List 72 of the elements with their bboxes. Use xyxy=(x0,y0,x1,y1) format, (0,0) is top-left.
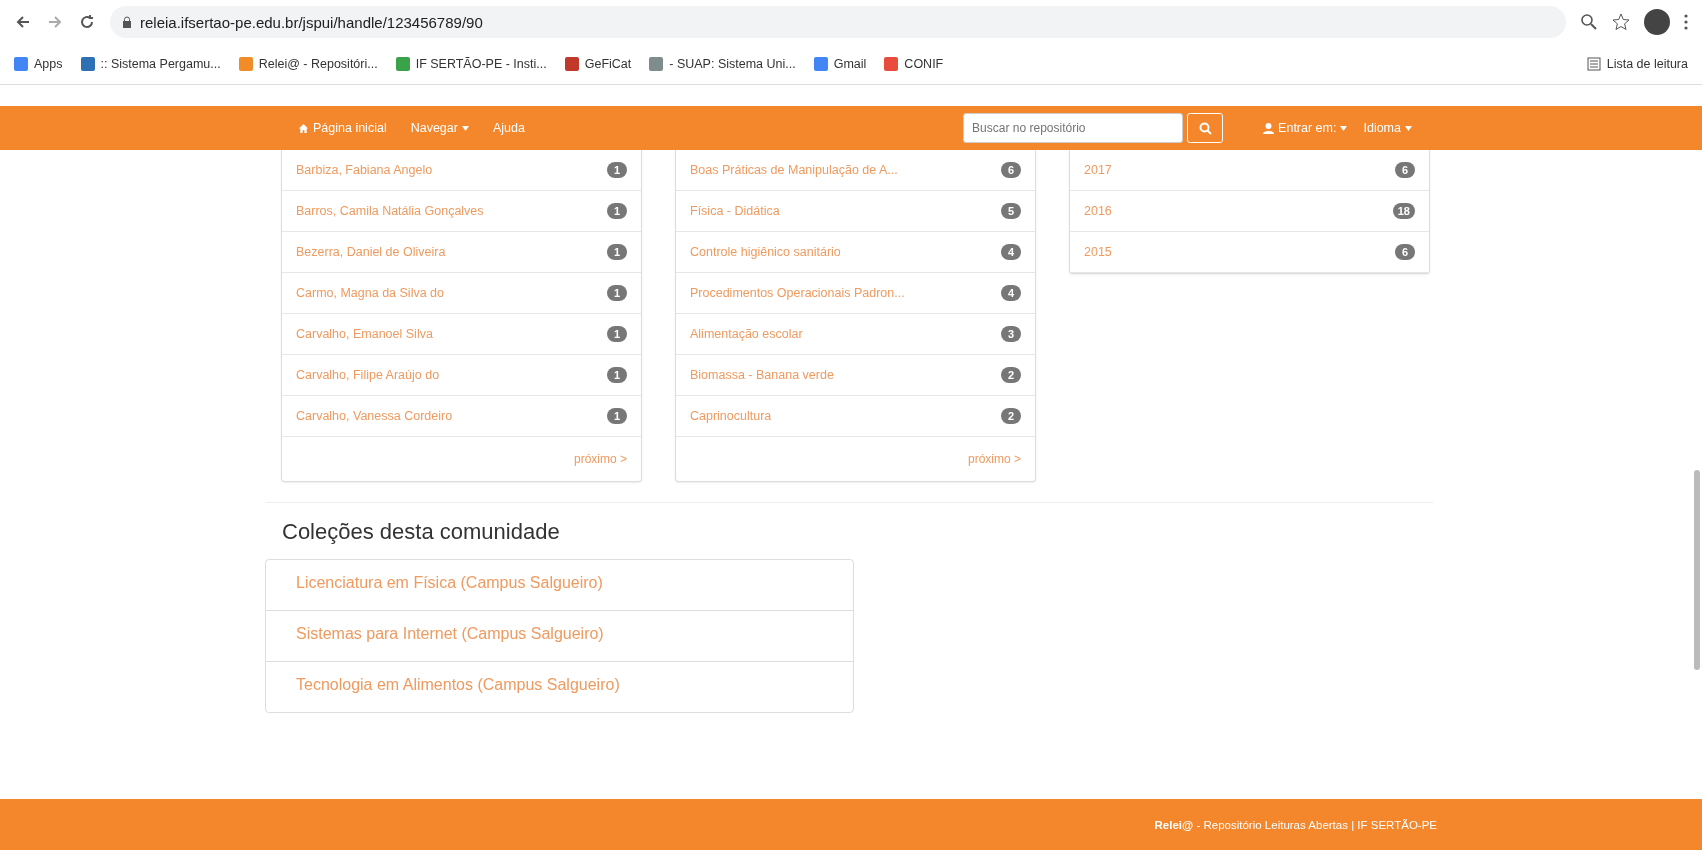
bookmark[interactable]: :: Sistema Pergamu... xyxy=(80,57,221,71)
next-page-link[interactable]: próximo > xyxy=(573,452,627,466)
browse-list-item[interactable]: Barros, Camila Natália Gonçalves 1 xyxy=(282,191,641,232)
browse-list-item[interactable]: Alimentação escolar 3 xyxy=(676,314,1035,355)
browse-list-item[interactable]: Carvalho, Filipe Araújo do 1 xyxy=(282,355,641,396)
browse-list-item[interactable]: Barbiza, Fabiana Angelo 1 xyxy=(282,150,641,191)
browse-list-item[interactable]: Caprinocultura 2 xyxy=(676,396,1035,437)
browse-list-item[interactable]: 2017 6 xyxy=(1070,150,1429,191)
search-icon xyxy=(1198,121,1212,135)
collection-link[interactable]: Tecnologia em Alimentos (Campus Salgueiro) xyxy=(266,662,853,712)
star-icon[interactable] xyxy=(1612,13,1630,31)
reading-list-button[interactable]: Lista de leitura xyxy=(1586,57,1688,71)
browse-list-item[interactable]: 2015 6 xyxy=(1070,232,1429,273)
browse-list-item[interactable]: Controle higiênico sanitário 4 xyxy=(676,232,1035,273)
count-badge: 18 xyxy=(1392,203,1415,219)
bookmark[interactable]: Relei@ - Repositóri... xyxy=(238,57,378,71)
caret-icon xyxy=(1405,125,1412,131)
user-icon xyxy=(1263,122,1275,134)
browse-list-item[interactable]: Carvalho, Vanessa Cordeiro 1 xyxy=(282,396,641,437)
nav-link[interactable]: Página inicial xyxy=(298,121,387,135)
bookmark[interactable]: - SUAP: Sistema Uni... xyxy=(649,57,796,71)
footer-text: Relei@ - Repositório Leituras Abertas | IF SERTÃO-PE xyxy=(1154,818,1437,831)
search-field[interactable]: Buscar no repositório xyxy=(963,113,1184,143)
count-badge: 5 xyxy=(1001,203,1021,219)
count-badge: 2 xyxy=(1001,367,1021,383)
count-badge: 6 xyxy=(1395,244,1415,260)
browse-list-item[interactable]: Biomassa - Banana verde 2 xyxy=(676,355,1035,396)
bookmark[interactable]: Gmail xyxy=(813,57,867,71)
count-badge: 1 xyxy=(607,408,627,424)
browse-list-item[interactable]: 2016 18 xyxy=(1070,191,1429,232)
lock-icon xyxy=(122,16,132,28)
next-page-link[interactable]: próximo > xyxy=(967,452,1021,466)
count-badge: 1 xyxy=(607,326,627,342)
scrollbar-thumb[interactable] xyxy=(1694,470,1700,670)
browse-list-item[interactable]: Carmo, Magna da Silva do 1 xyxy=(282,273,641,314)
language-menu[interactable]: Idioma xyxy=(1363,121,1412,135)
section-heading: Coleções desta comunidade xyxy=(282,519,561,545)
bookmark[interactable]: Apps xyxy=(14,57,63,71)
bookmark[interactable]: GeFiCat xyxy=(564,57,632,71)
reload-icon[interactable] xyxy=(78,13,96,31)
count-badge: 1 xyxy=(607,162,627,178)
browse-list-item[interactable]: Bezerra, Daniel de Oliveira 1 xyxy=(282,232,641,273)
list-icon xyxy=(1586,57,1601,71)
address-bar[interactable]: releia.ifsertao-pe.edu.br/jspui/handle/123456789/90 xyxy=(110,6,1566,38)
nav-link[interactable]: Navegar xyxy=(410,121,469,135)
count-badge: 2 xyxy=(1001,408,1021,424)
menu-icon[interactable] xyxy=(1684,14,1688,30)
count-badge: 6 xyxy=(1395,162,1415,178)
count-badge: 1 xyxy=(607,244,627,260)
count-badge: 1 xyxy=(607,285,627,301)
caret-icon xyxy=(461,125,469,131)
browse-list-item[interactable]: Procedimentos Operacionais Padron... 4 xyxy=(676,273,1035,314)
browse-list-item[interactable]: Carvalho, Emanoel Silva 1 xyxy=(282,314,641,355)
profile-avatar[interactable] xyxy=(1644,9,1670,35)
count-badge: 1 xyxy=(607,203,627,219)
count-badge: 1 xyxy=(607,367,627,383)
caret-icon xyxy=(1340,125,1348,131)
search-button[interactable] xyxy=(1187,113,1224,143)
collection-link[interactable]: Sistemas para Internet (Campus Salgueiro) xyxy=(266,611,853,662)
count-badge: 3 xyxy=(1001,326,1021,342)
bookmark[interactable]: IF SERTÃO-PE - Insti... xyxy=(395,57,547,71)
home-icon xyxy=(298,122,309,134)
nav-link[interactable]: Ajuda xyxy=(492,121,525,135)
count-badge: 4 xyxy=(1001,285,1021,301)
browse-list-item[interactable]: Física - Didática 5 xyxy=(676,191,1035,232)
collection-link[interactable]: Licenciatura em Física (Campus Salgueiro) xyxy=(266,560,853,611)
login-menu[interactable]: Entrar em: xyxy=(1263,121,1348,135)
bookmark[interactable]: CONIF xyxy=(884,57,944,71)
browse-list-item[interactable]: Boas Práticas de Manipulação de A... 6 xyxy=(676,150,1035,191)
zoom-icon[interactable] xyxy=(1580,13,1598,31)
count-badge: 6 xyxy=(1001,162,1021,178)
count-badge: 4 xyxy=(1001,244,1021,260)
